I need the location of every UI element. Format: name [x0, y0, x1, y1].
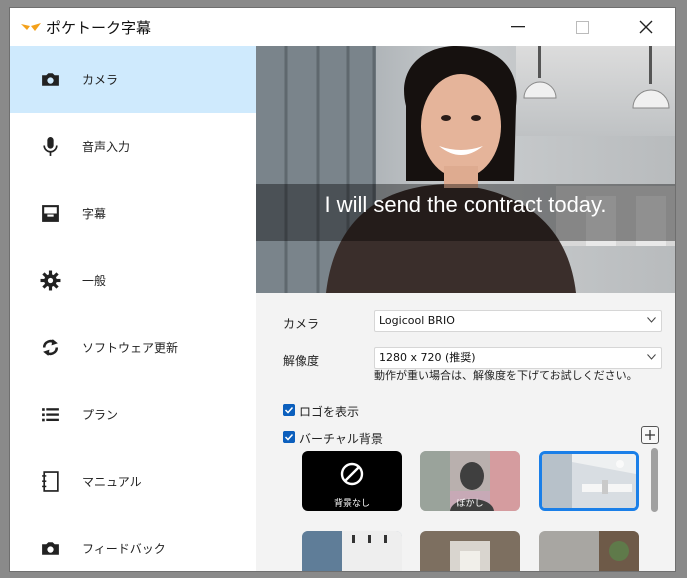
- background-blur-label: ぼかし: [456, 499, 484, 509]
- update-icon: [42, 339, 59, 356]
- minimize-button[interactable]: [495, 8, 541, 46]
- app-logo-icon: [21, 23, 41, 31]
- sidebar-item-label: 音声入力: [82, 140, 131, 154]
- subtitles-icon: [42, 205, 59, 222]
- background-office-thumb-selected[interactable]: [539, 451, 639, 511]
- camera-select[interactable]: Logicool BRIO: [374, 310, 662, 332]
- gear-icon: [40, 270, 61, 291]
- background-lobby-thumb[interactable]: [302, 531, 402, 571]
- resolution-hint: 動作が重い場合は、解像度を下げてお試しください。: [374, 369, 638, 382]
- checkbox-checked-icon: [283, 431, 295, 443]
- subtitle-overlay: I will send the contract today.: [256, 184, 675, 241]
- sidebar-item-label: カメラ: [82, 73, 119, 87]
- camera-select-value: Logicool BRIO: [379, 314, 455, 327]
- add-background-button[interactable]: [641, 426, 659, 444]
- sidebar-item-software-update[interactable]: ソフトウェア更新: [10, 314, 256, 381]
- office-background-image: [542, 454, 636, 508]
- maximize-icon: [575, 20, 589, 34]
- scrollbar-thumb[interactable]: [651, 448, 658, 512]
- manual-icon: [42, 471, 59, 492]
- lobby-background-image: [302, 531, 402, 571]
- title-bar: ポケトーク字幕: [10, 8, 675, 46]
- chevron-down-icon: [647, 354, 656, 360]
- sidebar-item-label: ソフトウェア更新: [82, 341, 179, 355]
- sidebar-item-label: マニュアル: [82, 475, 142, 489]
- plus-icon: [645, 430, 655, 440]
- minimize-icon: [511, 26, 525, 28]
- background-concrete-thumb[interactable]: [539, 531, 639, 571]
- resolution-label: 解像度: [283, 354, 320, 368]
- sidebar-item-feedback[interactable]: フィードバック: [10, 515, 256, 571]
- close-icon: [639, 20, 653, 34]
- virtual-background-label: バーチャル背景: [299, 432, 383, 446]
- sidebar-item-label: プラン: [82, 408, 119, 422]
- camera-icon: [42, 73, 59, 86]
- concrete-background-image: [539, 531, 639, 571]
- camera-preview: I will send the contract today.: [256, 46, 675, 293]
- microphone-icon: [43, 137, 58, 156]
- sidebar-item-label: 一般: [82, 274, 107, 288]
- camera-settings-panel: カメラ Logicool BRIO 解像度 1280 x 720 (推奨) 動作…: [256, 293, 675, 571]
- sidebar: カメラ 音声入力 字幕 一般 ソフトウェア更新 プラン マニュアル フィードバッ…: [10, 46, 256, 571]
- sidebar-item-manual[interactable]: マニュアル: [10, 448, 256, 515]
- hall-background-image: [420, 531, 520, 571]
- list-icon: [42, 408, 59, 422]
- maximize-button[interactable]: [559, 8, 605, 46]
- checkbox-checked-icon: [283, 404, 295, 416]
- camera-preview-image: [256, 46, 675, 293]
- resolution-select[interactable]: 1280 x 720 (推奨): [374, 347, 662, 369]
- sidebar-item-label: フィードバック: [82, 542, 166, 556]
- sidebar-item-plan[interactable]: プラン: [10, 381, 256, 448]
- background-none-label: 背景なし: [333, 499, 370, 509]
- sidebar-item-camera[interactable]: カメラ: [10, 46, 256, 113]
- prohibited-icon: [340, 462, 364, 486]
- background-none-thumb[interactable]: 背景なし: [302, 451, 402, 511]
- sidebar-item-subtitles[interactable]: 字幕: [10, 180, 256, 247]
- sidebar-item-general[interactable]: 一般: [10, 247, 256, 314]
- camera-icon: [42, 542, 59, 555]
- close-button[interactable]: [623, 8, 669, 46]
- app-window: ポケトーク字幕 カメラ 音声入力 字幕 一般 ソフトウェア更新 プラン マニュア…: [10, 8, 675, 571]
- chevron-down-icon: [647, 317, 656, 323]
- camera-label: カメラ: [283, 317, 320, 331]
- sidebar-item-label: 字幕: [82, 207, 107, 221]
- background-blur-thumb[interactable]: ぼかし: [420, 451, 520, 511]
- background-hall-thumb[interactable]: [420, 531, 520, 571]
- resolution-select-value: 1280 x 720 (推奨): [379, 351, 476, 364]
- show-logo-label: ロゴを表示: [299, 405, 360, 419]
- sidebar-item-audio-input[interactable]: 音声入力: [10, 113, 256, 180]
- app-title: ポケトーク字幕: [46, 19, 152, 37]
